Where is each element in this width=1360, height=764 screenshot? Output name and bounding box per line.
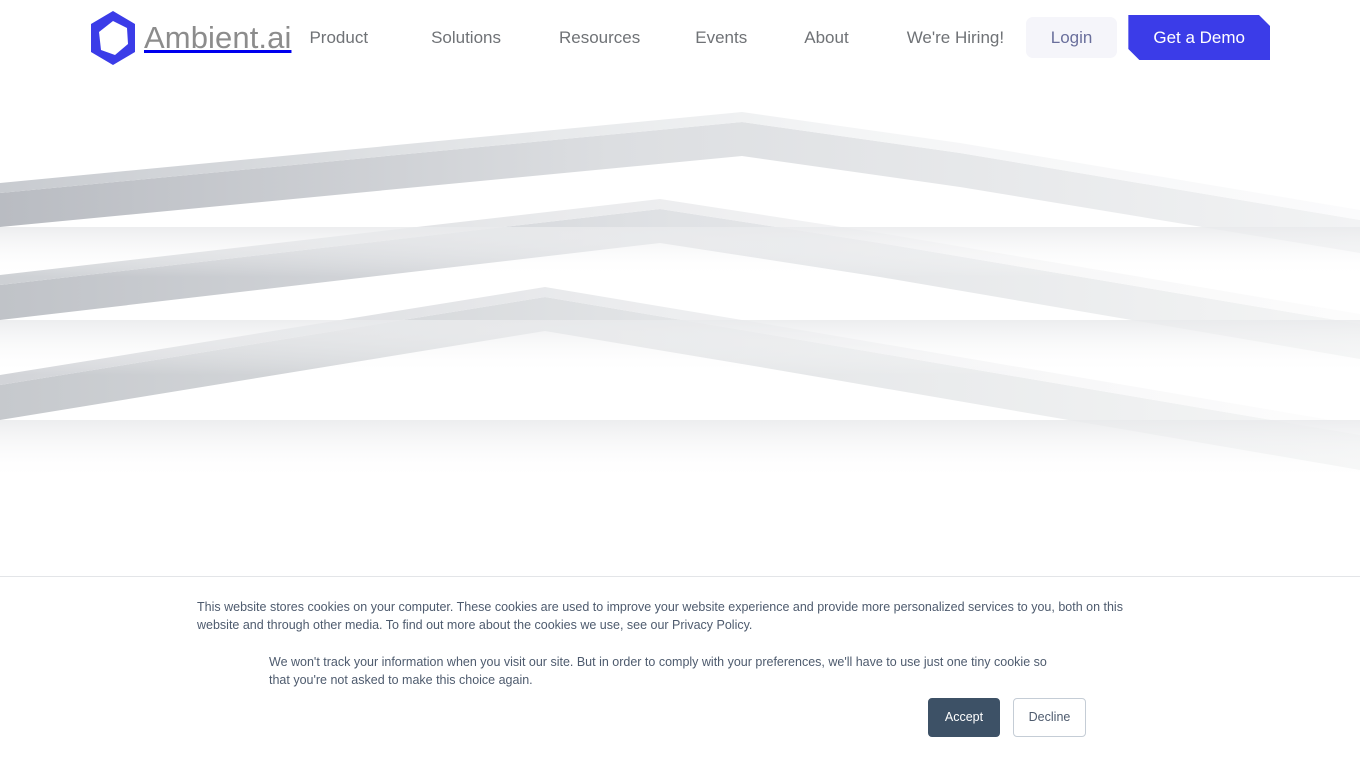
brand-wordmark: Ambient.ai (144, 20, 292, 55)
cookie-paragraph-primary: This website stores cookies on your comp… (197, 600, 1123, 632)
cookie-consent-banner: This website stores cookies on your comp… (0, 576, 1360, 764)
cookie-button-group: Accept Decline (928, 698, 1086, 737)
site-header: Ambient.ai Product Solutions Resources E… (0, 0, 1360, 75)
nav-item-were-hiring[interactable]: We're Hiring! (907, 29, 1004, 46)
nav-item-solutions[interactable]: Solutions (431, 29, 501, 46)
nav-item-about[interactable]: About (804, 29, 848, 46)
login-button[interactable]: Login (1025, 17, 1118, 58)
hexagon-logo-icon (88, 10, 138, 66)
nav-item-resources[interactable]: Resources (559, 29, 640, 46)
primary-navigation: Product Solutions Resources Events About… (309, 29, 1004, 46)
page-root: From reactive to Ambient.ai Product Solu… (0, 0, 1360, 764)
accept-cookies-button[interactable]: Accept (928, 698, 1000, 737)
nav-item-product[interactable]: Product (309, 29, 368, 46)
decline-cookies-button[interactable]: Decline (1013, 698, 1086, 737)
get-a-demo-button[interactable]: Get a Demo (1128, 15, 1270, 60)
hero-chevron-render (0, 75, 1360, 495)
nav-item-events[interactable]: Events (695, 29, 747, 46)
cookie-paragraph-secondary: We won't track your information when you… (269, 655, 1047, 687)
header-actions: Login Get a Demo (1025, 0, 1270, 75)
brand-logo-link[interactable]: Ambient.ai (88, 10, 291, 66)
hero-background-image (0, 75, 1360, 495)
